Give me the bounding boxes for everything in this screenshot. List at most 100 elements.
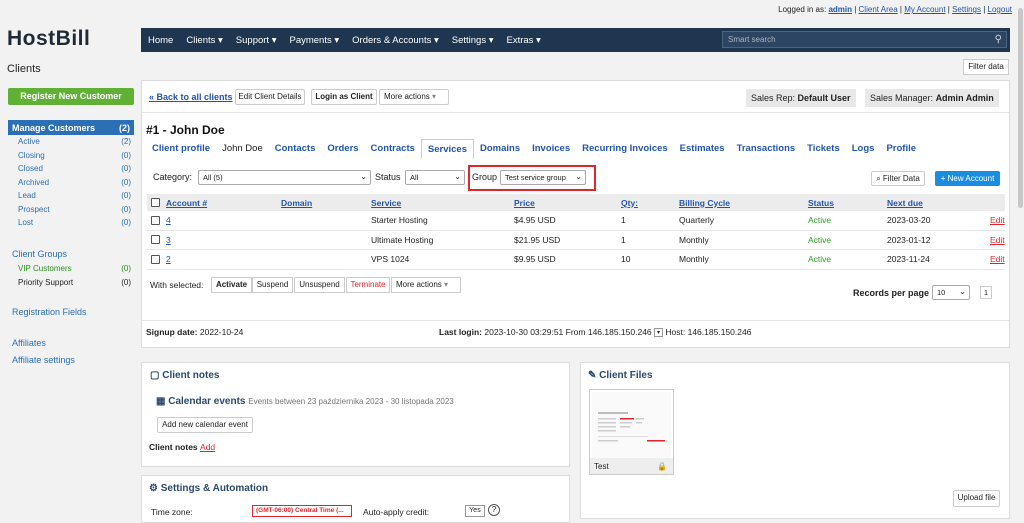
terminate-button[interactable]: Terminate bbox=[346, 277, 390, 293]
nav-orders-accounts[interactable]: Orders & Accounts ▾ bbox=[352, 35, 439, 46]
col-billing-cycle[interactable]: Billing Cycle bbox=[679, 198, 730, 208]
row-checkbox[interactable] bbox=[151, 215, 160, 225]
tab-contacts[interactable]: Contacts bbox=[269, 139, 322, 159]
scrollbar-thumb[interactable] bbox=[1018, 8, 1023, 208]
tab-tickets[interactable]: Tickets bbox=[801, 139, 846, 159]
affiliates-link[interactable]: Affiliates bbox=[12, 338, 46, 348]
unsuspend-button[interactable]: Unsuspend bbox=[294, 277, 345, 293]
registration-fields-link[interactable]: Registration Fields bbox=[12, 307, 87, 317]
status-select[interactable]: All ⌄ bbox=[405, 170, 465, 185]
upload-file-button[interactable]: Upload file bbox=[953, 490, 1000, 507]
chevron-down-icon[interactable]: ▾ bbox=[654, 328, 664, 338]
settings-link[interactable]: Settings bbox=[952, 5, 981, 14]
note-icon: ▢ bbox=[150, 370, 160, 381]
filter-data-top-button[interactable]: Filter data bbox=[963, 59, 1009, 75]
activate-button[interactable]: Activate bbox=[211, 277, 252, 293]
search-icon[interactable]: ⚲ bbox=[995, 34, 1002, 45]
tab-contracts[interactable]: Contracts bbox=[365, 139, 421, 159]
account-link[interactable]: 4 bbox=[166, 215, 171, 225]
manage-customers-count: (2) bbox=[119, 123, 130, 133]
affiliate-settings-link[interactable]: Affiliate settings bbox=[12, 355, 75, 365]
timezone-select[interactable]: (GMT-06:00) Central Time (... bbox=[252, 505, 352, 517]
sidebar-item-lost[interactable]: Lost (0) bbox=[8, 216, 134, 230]
suspend-button[interactable]: Suspend bbox=[252, 277, 293, 293]
col-account[interactable]: Account # bbox=[166, 198, 207, 208]
sidebar-item-label: Priority Support bbox=[18, 278, 74, 287]
sidebar-item-priority-support[interactable]: Priority Support (0) bbox=[8, 278, 134, 287]
page-scrollbar[interactable] bbox=[1016, 0, 1024, 519]
sidebar-item-active[interactable]: Active (2) bbox=[8, 135, 134, 149]
login-as-client-button[interactable]: Login as Client bbox=[311, 89, 377, 105]
tab-domains[interactable]: Domains bbox=[474, 139, 526, 159]
sidebar-item-prospect[interactable]: Prospect (0) bbox=[8, 203, 134, 217]
sidebar-item-lead[interactable]: Lead (0) bbox=[8, 189, 134, 203]
col-price[interactable]: Price bbox=[514, 198, 535, 208]
tab-recurring-invoices[interactable]: Recurring Invoices bbox=[576, 139, 674, 159]
col-status[interactable]: Status bbox=[808, 198, 834, 208]
edit-client-details-button[interactable]: Edit Client Details bbox=[235, 89, 305, 105]
auto-apply-credit-toggle[interactable]: Yes bbox=[465, 505, 485, 517]
tab-estimates[interactable]: Estimates bbox=[674, 139, 731, 159]
account-link[interactable]: 2 bbox=[166, 254, 171, 264]
filter-data-button[interactable]: ⌕ Filter Data bbox=[871, 171, 925, 186]
account-link[interactable]: 3 bbox=[166, 235, 171, 245]
sidebar-item-count: (0) bbox=[121, 164, 131, 173]
sidebar-item-archived[interactable]: Archived (0) bbox=[8, 176, 134, 190]
sidebar-item-closing[interactable]: Closing (0) bbox=[8, 149, 134, 163]
qty-cell: 1 bbox=[621, 215, 626, 226]
col-domain[interactable]: Domain bbox=[281, 198, 312, 208]
last-login-value: 2023-10-30 03:29:51 From 146.185.150.246 bbox=[484, 327, 652, 337]
col-qty[interactable]: Qty: bbox=[621, 198, 638, 208]
records-value: 10 bbox=[937, 288, 946, 297]
nav-settings[interactable]: Settings ▾ bbox=[452, 35, 494, 46]
nav-payments[interactable]: Payments ▾ bbox=[289, 35, 339, 46]
select-all-checkbox[interactable] bbox=[151, 198, 160, 207]
smart-search-input[interactable]: Smart search ⚲ bbox=[722, 31, 1007, 48]
tab-client-profile[interactable]: Client profile bbox=[146, 139, 216, 159]
sidebar-item-label: VIP Customers bbox=[18, 264, 72, 273]
new-account-button[interactable]: + New Account bbox=[935, 171, 1000, 186]
records-per-page-select[interactable]: 10 ⌄ bbox=[932, 285, 970, 300]
tab-orders[interactable]: Orders bbox=[321, 139, 364, 159]
sidebar-item-closed[interactable]: Closed (0) bbox=[8, 162, 134, 176]
last-login-host: Host: 146.185.150.246 bbox=[665, 327, 752, 337]
cycle-cell: Monthly bbox=[679, 234, 709, 245]
back-to-clients-link[interactable]: « Back to all clients bbox=[149, 92, 233, 102]
tab-profile[interactable]: Profile bbox=[880, 139, 922, 159]
more-actions-button[interactable]: More actions ▾ bbox=[379, 89, 449, 105]
add-note-link[interactable]: Add bbox=[200, 442, 215, 452]
logout-link[interactable]: Logout bbox=[988, 5, 1012, 14]
tab-transactions[interactable]: Transactions bbox=[731, 139, 802, 159]
col-service[interactable]: Service bbox=[371, 198, 401, 208]
client-groups-link[interactable]: Client Groups bbox=[12, 249, 67, 259]
page-number-button[interactable]: 1 bbox=[980, 286, 992, 299]
client-area-link[interactable]: Client Area bbox=[859, 5, 898, 14]
nav-support[interactable]: Support ▾ bbox=[236, 35, 277, 46]
my-account-link[interactable]: My Account bbox=[904, 5, 945, 14]
logo-host: Host bbox=[7, 27, 56, 50]
manage-customers-header[interactable]: Manage Customers (2) bbox=[8, 120, 134, 135]
nav-clients[interactable]: Clients ▾ bbox=[186, 35, 222, 46]
hostbill-logo[interactable]: HostBill bbox=[7, 27, 90, 51]
nav-extras[interactable]: Extras ▾ bbox=[506, 35, 540, 46]
row-checkbox[interactable] bbox=[151, 235, 160, 245]
tab-logs[interactable]: Logs bbox=[846, 139, 881, 159]
register-new-customer-button[interactable]: Register New Customer bbox=[8, 88, 134, 105]
sidebar-item-vip-customers[interactable]: VIP Customers (0) bbox=[8, 264, 134, 273]
add-calendar-event-button[interactable]: Add new calendar event bbox=[157, 417, 253, 433]
table-header: Account # Domain Service Price Qty: Bill… bbox=[147, 194, 1005, 211]
row-checkbox[interactable] bbox=[151, 254, 160, 264]
edit-link[interactable]: Edit bbox=[990, 235, 1005, 245]
tab-services[interactable]: Services bbox=[420, 139, 474, 159]
edit-link[interactable]: Edit bbox=[990, 215, 1005, 225]
cycle-cell: Monthly bbox=[679, 254, 709, 265]
file-thumbnail[interactable]: Test 🔒 bbox=[589, 389, 674, 475]
category-select[interactable]: All (5) ⌄ bbox=[198, 170, 371, 185]
bulk-more-actions-button[interactable]: More actions ▾ bbox=[391, 277, 461, 293]
admin-link[interactable]: admin bbox=[828, 5, 852, 14]
help-icon[interactable]: ? bbox=[488, 504, 500, 516]
col-next-due[interactable]: Next due bbox=[887, 198, 923, 208]
edit-link[interactable]: Edit bbox=[990, 254, 1005, 264]
nav-home[interactable]: Home bbox=[148, 35, 173, 46]
tab-invoices[interactable]: Invoices bbox=[526, 139, 576, 159]
